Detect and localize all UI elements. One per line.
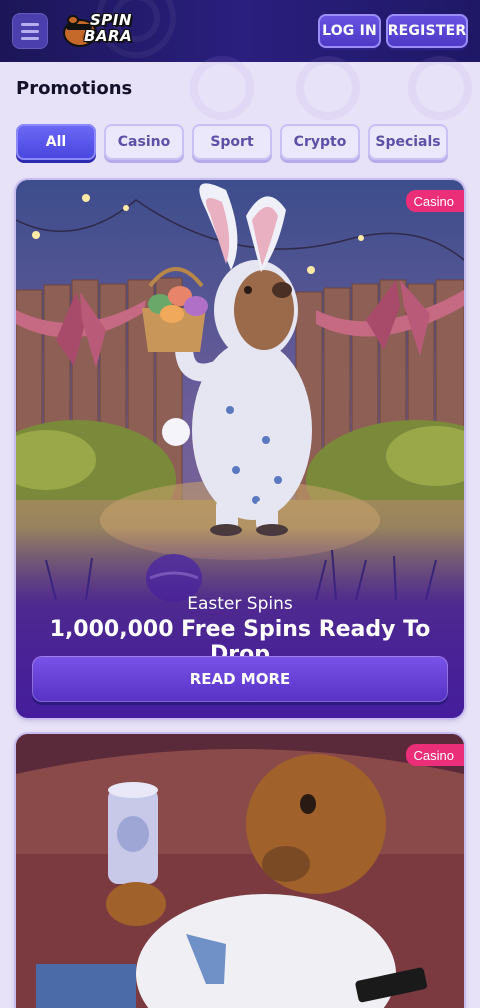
page-title: Promotions (16, 78, 133, 99)
category-badge: Casino (405, 744, 464, 766)
promotion-card[interactable]: Casino Easter Spins 1,000,000 Free Spins… (16, 180, 464, 718)
logo-text-spin: SPIN (90, 11, 132, 29)
menu-button[interactable] (12, 13, 48, 49)
filter-specials[interactable]: Specials (368, 124, 448, 160)
filter-sport[interactable]: Sport (192, 124, 272, 160)
login-button[interactable]: LOG IN (318, 14, 381, 48)
background-swirl (408, 56, 472, 120)
promotion-card[interactable]: Casino (16, 734, 464, 1008)
logo-text-bara: BARA (84, 27, 133, 45)
promotion-filters: All Casino Sport Crypto Specials (16, 124, 448, 160)
menu-icon (21, 22, 39, 26)
read-more-button[interactable]: READ MORE (32, 656, 448, 702)
filter-casino[interactable]: Casino (104, 124, 184, 160)
top-header: SPIN BARA LOG IN REGISTER (0, 0, 480, 62)
filter-all[interactable]: All (16, 124, 96, 160)
spinbara-logo[interactable]: SPIN BARA (60, 10, 156, 50)
promotion-subtitle: Easter Spins (187, 594, 293, 614)
category-badge: Casino (405, 190, 464, 212)
register-button[interactable]: REGISTER (386, 14, 468, 48)
capybara-couch-image (16, 734, 464, 1008)
background-swirl (190, 56, 254, 120)
filter-crypto[interactable]: Crypto (280, 124, 360, 160)
background-swirl (296, 56, 360, 120)
